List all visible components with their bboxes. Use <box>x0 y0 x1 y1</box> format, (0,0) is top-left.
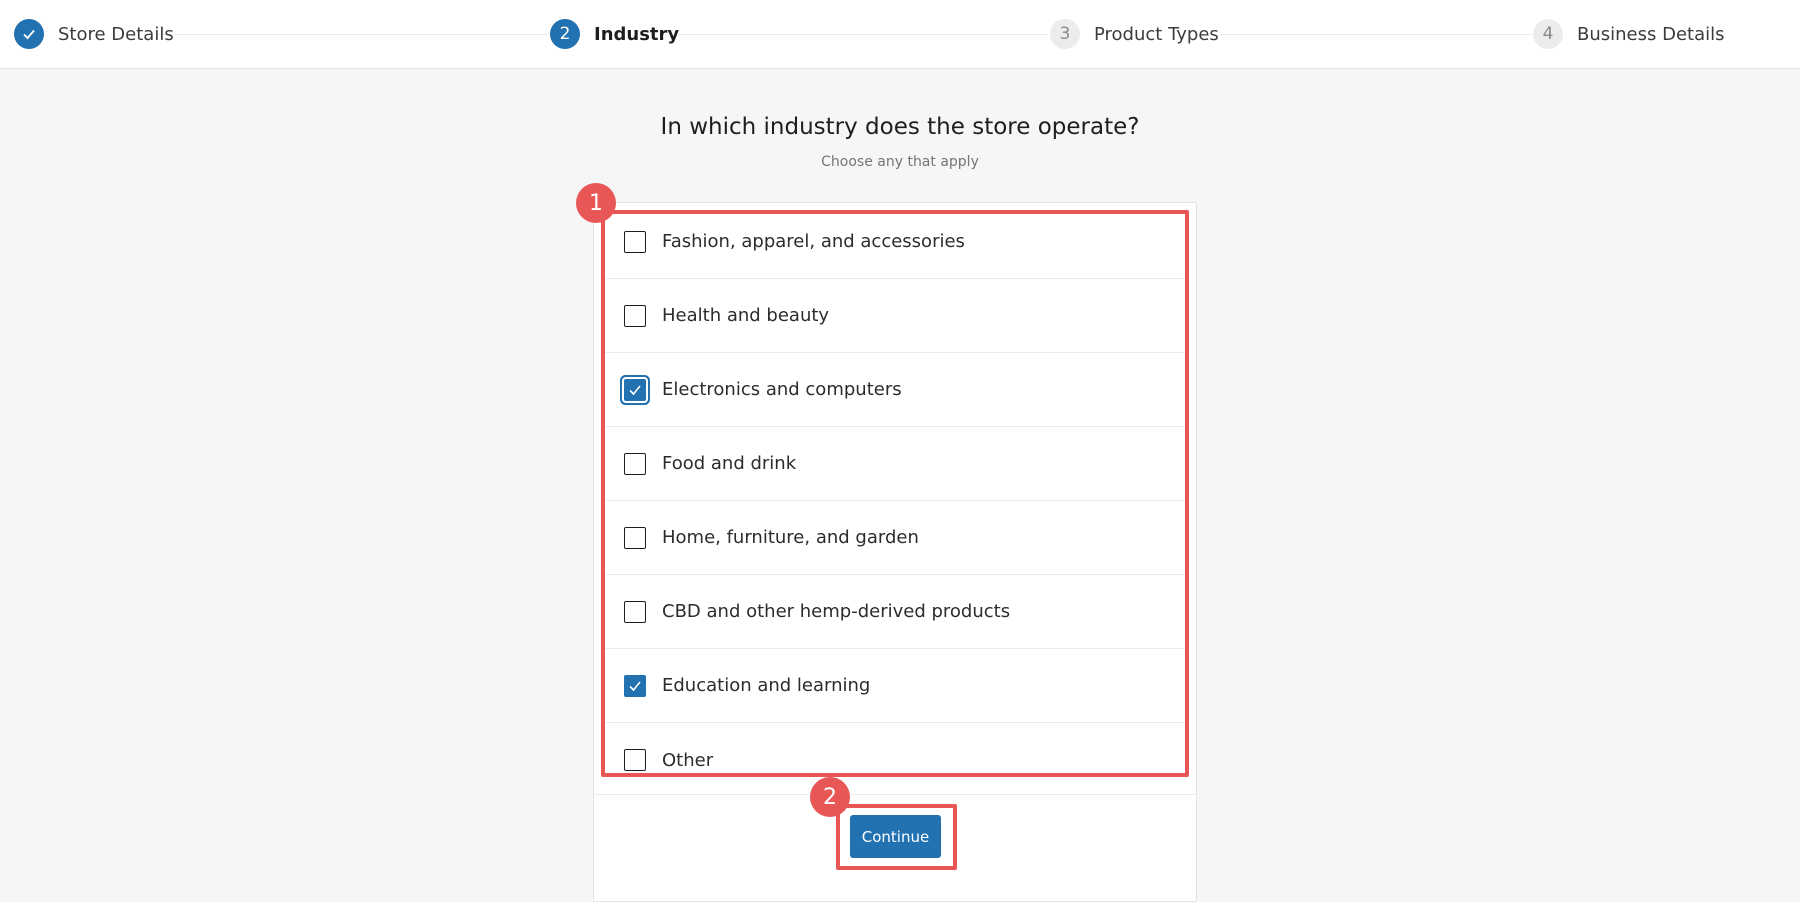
page-title: In which industry does the store operate… <box>660 114 1140 140</box>
step-number: 3 <box>1050 19 1080 49</box>
step-label: Industry <box>594 23 680 45</box>
step-label: Store Details <box>58 23 174 45</box>
step-connector <box>158 34 553 35</box>
step-label: Product Types <box>1094 23 1219 45</box>
step-product-types[interactable]: 3 Product Types <box>1050 19 1219 49</box>
step-number: 4 <box>1533 19 1563 49</box>
step-business-details[interactable]: 4 Business Details <box>1533 19 1725 49</box>
check-icon <box>14 19 44 49</box>
step-connector <box>678 34 1048 35</box>
card-divider <box>594 794 1196 795</box>
setup-stepper: Store Details 2 Industry 3 Product Types… <box>0 0 1800 69</box>
step-number: 2 <box>550 19 580 49</box>
annotation-box-continue <box>836 804 957 870</box>
annotation-badge: 2 <box>810 777 850 817</box>
step-label: Business Details <box>1577 23 1725 45</box>
step-industry[interactable]: 2 Industry <box>550 19 679 49</box>
step-connector <box>1220 34 1533 35</box>
annotation-box-options <box>601 210 1189 777</box>
page-subtitle: Choose any that apply <box>821 154 979 170</box>
annotation-badge: 1 <box>576 183 616 223</box>
step-store-details[interactable]: Store Details <box>14 19 174 49</box>
